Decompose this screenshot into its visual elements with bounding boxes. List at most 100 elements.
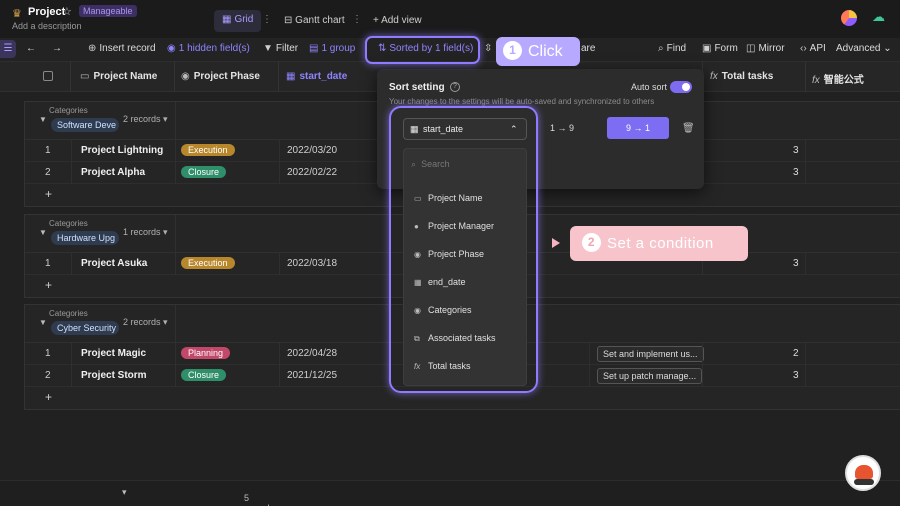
record-count[interactable]: 5 records ▾ (122, 487, 274, 506)
tab-gantt[interactable]: ⊟ Gantt chart (284, 15, 345, 26)
callout-arrow-icon (552, 238, 560, 248)
mirror-button[interactable]: ◫ Mirror (746, 43, 785, 54)
mirror-icon: ◫ (746, 43, 756, 54)
sidebar-toggle-icon[interactable]: ☰ (0, 40, 16, 58)
phase-tag[interactable]: Closure (181, 166, 227, 178)
add-view-button[interactable]: + Add view (373, 15, 422, 26)
grid-icon: ▦ (222, 14, 232, 25)
top-bar: ♛ Project ☆ Manageable Add a description… (0, 0, 900, 38)
group-label: 1 group (321, 43, 356, 54)
project-name-cell[interactable]: Project Alpha (81, 167, 145, 178)
avatar[interactable] (841, 10, 857, 26)
total-tasks-cell[interactable]: 3 (793, 370, 799, 381)
divider (175, 305, 176, 343)
total-tasks-cell[interactable]: 2 (793, 348, 799, 359)
group-count[interactable]: 1 records ▾ (123, 227, 168, 238)
group-value-pill: Cyber Security (51, 321, 119, 335)
project-name-cell[interactable]: Project Asuka (81, 258, 147, 269)
sort-ascending-button[interactable]: 1 → 9 (550, 123, 574, 133)
hidden-fields-button[interactable]: ◉ 1 hidden field(s) (167, 43, 250, 54)
plus-icon: + (45, 390, 53, 404)
cloud-sync-icon[interactable]: ☁ (872, 9, 890, 24)
filter-button[interactable]: ▼ Filter (263, 43, 298, 54)
project-title[interactable]: Project (28, 6, 65, 18)
sort-descending-button[interactable]: 9 → 1 (607, 117, 669, 139)
step1-callout: 1 Click (496, 37, 580, 66)
date-cell[interactable]: 2022/02/22 (287, 167, 337, 178)
undo-icon[interactable]: ← (26, 43, 36, 54)
project-name-cell[interactable]: Project Magic (81, 348, 146, 359)
auto-sort-label: Auto sort (631, 82, 668, 92)
date-cell[interactable]: 2021/12/25 (287, 370, 337, 381)
group-count[interactable]: 2 records ▾ (123, 114, 168, 125)
total-tasks-cell[interactable]: 3 (793, 167, 799, 178)
divider (175, 102, 176, 140)
share-button[interactable]: are (581, 43, 595, 54)
col-project-name[interactable]: ▭ Project Name (80, 71, 157, 82)
advanced-button[interactable]: Advanced ⌄ (836, 43, 892, 54)
date-cell[interactable]: 2022/04/28 (287, 348, 337, 359)
help-icon[interactable]: ? (450, 82, 460, 92)
insert-record-button[interactable]: ⊕ Insert record (88, 43, 156, 54)
step2-callout: 2 Set a condition (570, 226, 748, 261)
project-name-cell[interactable]: Project Storm (81, 370, 147, 381)
gantt-icon: ⊟ (284, 15, 293, 26)
row-height-icon[interactable]: ⇳ (484, 43, 492, 54)
search-icon: ⌕ (658, 43, 664, 54)
form-icon: ▣ (702, 43, 712, 54)
associated-task-chip[interactable]: Set up patch manage... (597, 368, 703, 384)
tab-grid[interactable]: ▦ Grid (214, 10, 262, 32)
insert-record-label: Insert record (99, 43, 156, 54)
group-count-label: 2 records (123, 114, 161, 124)
col-total-tasks[interactable]: fx Total tasks (710, 71, 773, 82)
formula-icon: fx (812, 75, 820, 86)
project-name-cell[interactable]: Project Lightning (81, 145, 163, 156)
api-button[interactable]: ‹› API (800, 43, 826, 54)
tab-gantt-more-icon[interactable]: ⋮ (352, 14, 362, 25)
phase-tag[interactable]: Planning (181, 347, 231, 359)
date-cell[interactable]: 2022/03/20 (287, 145, 337, 156)
phase-tag[interactable]: Execution (181, 144, 235, 156)
tab-grid-more-icon[interactable]: ⋮ (262, 14, 272, 25)
select-all-checkbox[interactable] (43, 71, 53, 81)
col-divider (278, 62, 279, 92)
trash-icon[interactable]: 🗑 (682, 123, 695, 134)
auto-sort-toggle[interactable] (670, 81, 692, 93)
collapse-caret-icon[interactable]: ▼ (39, 318, 47, 327)
col-start-date[interactable]: ▦ start_date (286, 71, 347, 82)
filter-icon: ▼ (263, 43, 273, 54)
row-number: 1 (45, 348, 51, 359)
single-select-icon: ◉ (181, 71, 190, 82)
eye-icon: ◉ (167, 43, 176, 54)
chevron-down-icon: ⌄ (883, 43, 892, 54)
assistant-mascot-icon[interactable] (845, 455, 881, 491)
group-count[interactable]: 2 records ▾ (123, 317, 168, 328)
collapse-caret-icon[interactable]: ▼ (39, 228, 47, 237)
row-number: 1 (45, 258, 51, 269)
group-count-label: 1 records (123, 227, 161, 237)
group-button[interactable]: ▤ 1 group (309, 43, 355, 54)
total-tasks-cell[interactable]: 3 (793, 145, 799, 156)
col-project-phase[interactable]: ◉ Project Phase (181, 71, 260, 82)
associated-task-chip[interactable]: Set and implement us... (597, 346, 704, 362)
api-icon: ‹› (800, 43, 807, 54)
phase-tag[interactable]: Execution (181, 257, 235, 269)
plus-icon: + (45, 187, 53, 201)
group-value-pill: Hardware Upg (51, 231, 119, 245)
formula-icon: fx (710, 71, 718, 82)
col-formula[interactable]: fx 智能公式 (812, 71, 864, 86)
date-cell[interactable]: 2022/03/18 (287, 258, 337, 269)
total-tasks-cell[interactable]: 3 (793, 258, 799, 269)
project-description[interactable]: Add a description (12, 21, 82, 31)
collapse-caret-icon[interactable]: ▼ (39, 115, 47, 124)
sort-panel-title: Sort setting (389, 82, 445, 93)
phase-tag[interactable]: Closure (181, 369, 227, 381)
find-button[interactable]: ⌕ Find (658, 43, 686, 54)
col-divider (174, 62, 175, 92)
row-number: 2 (45, 167, 51, 178)
star-icon[interactable]: ☆ (62, 5, 72, 18)
record-count-label: 5 records (244, 493, 274, 506)
form-button[interactable]: ▣ Form (702, 43, 738, 54)
redo-icon[interactable]: → (52, 43, 62, 54)
app-window: ♛ Project ☆ Manageable Add a description… (0, 0, 900, 506)
